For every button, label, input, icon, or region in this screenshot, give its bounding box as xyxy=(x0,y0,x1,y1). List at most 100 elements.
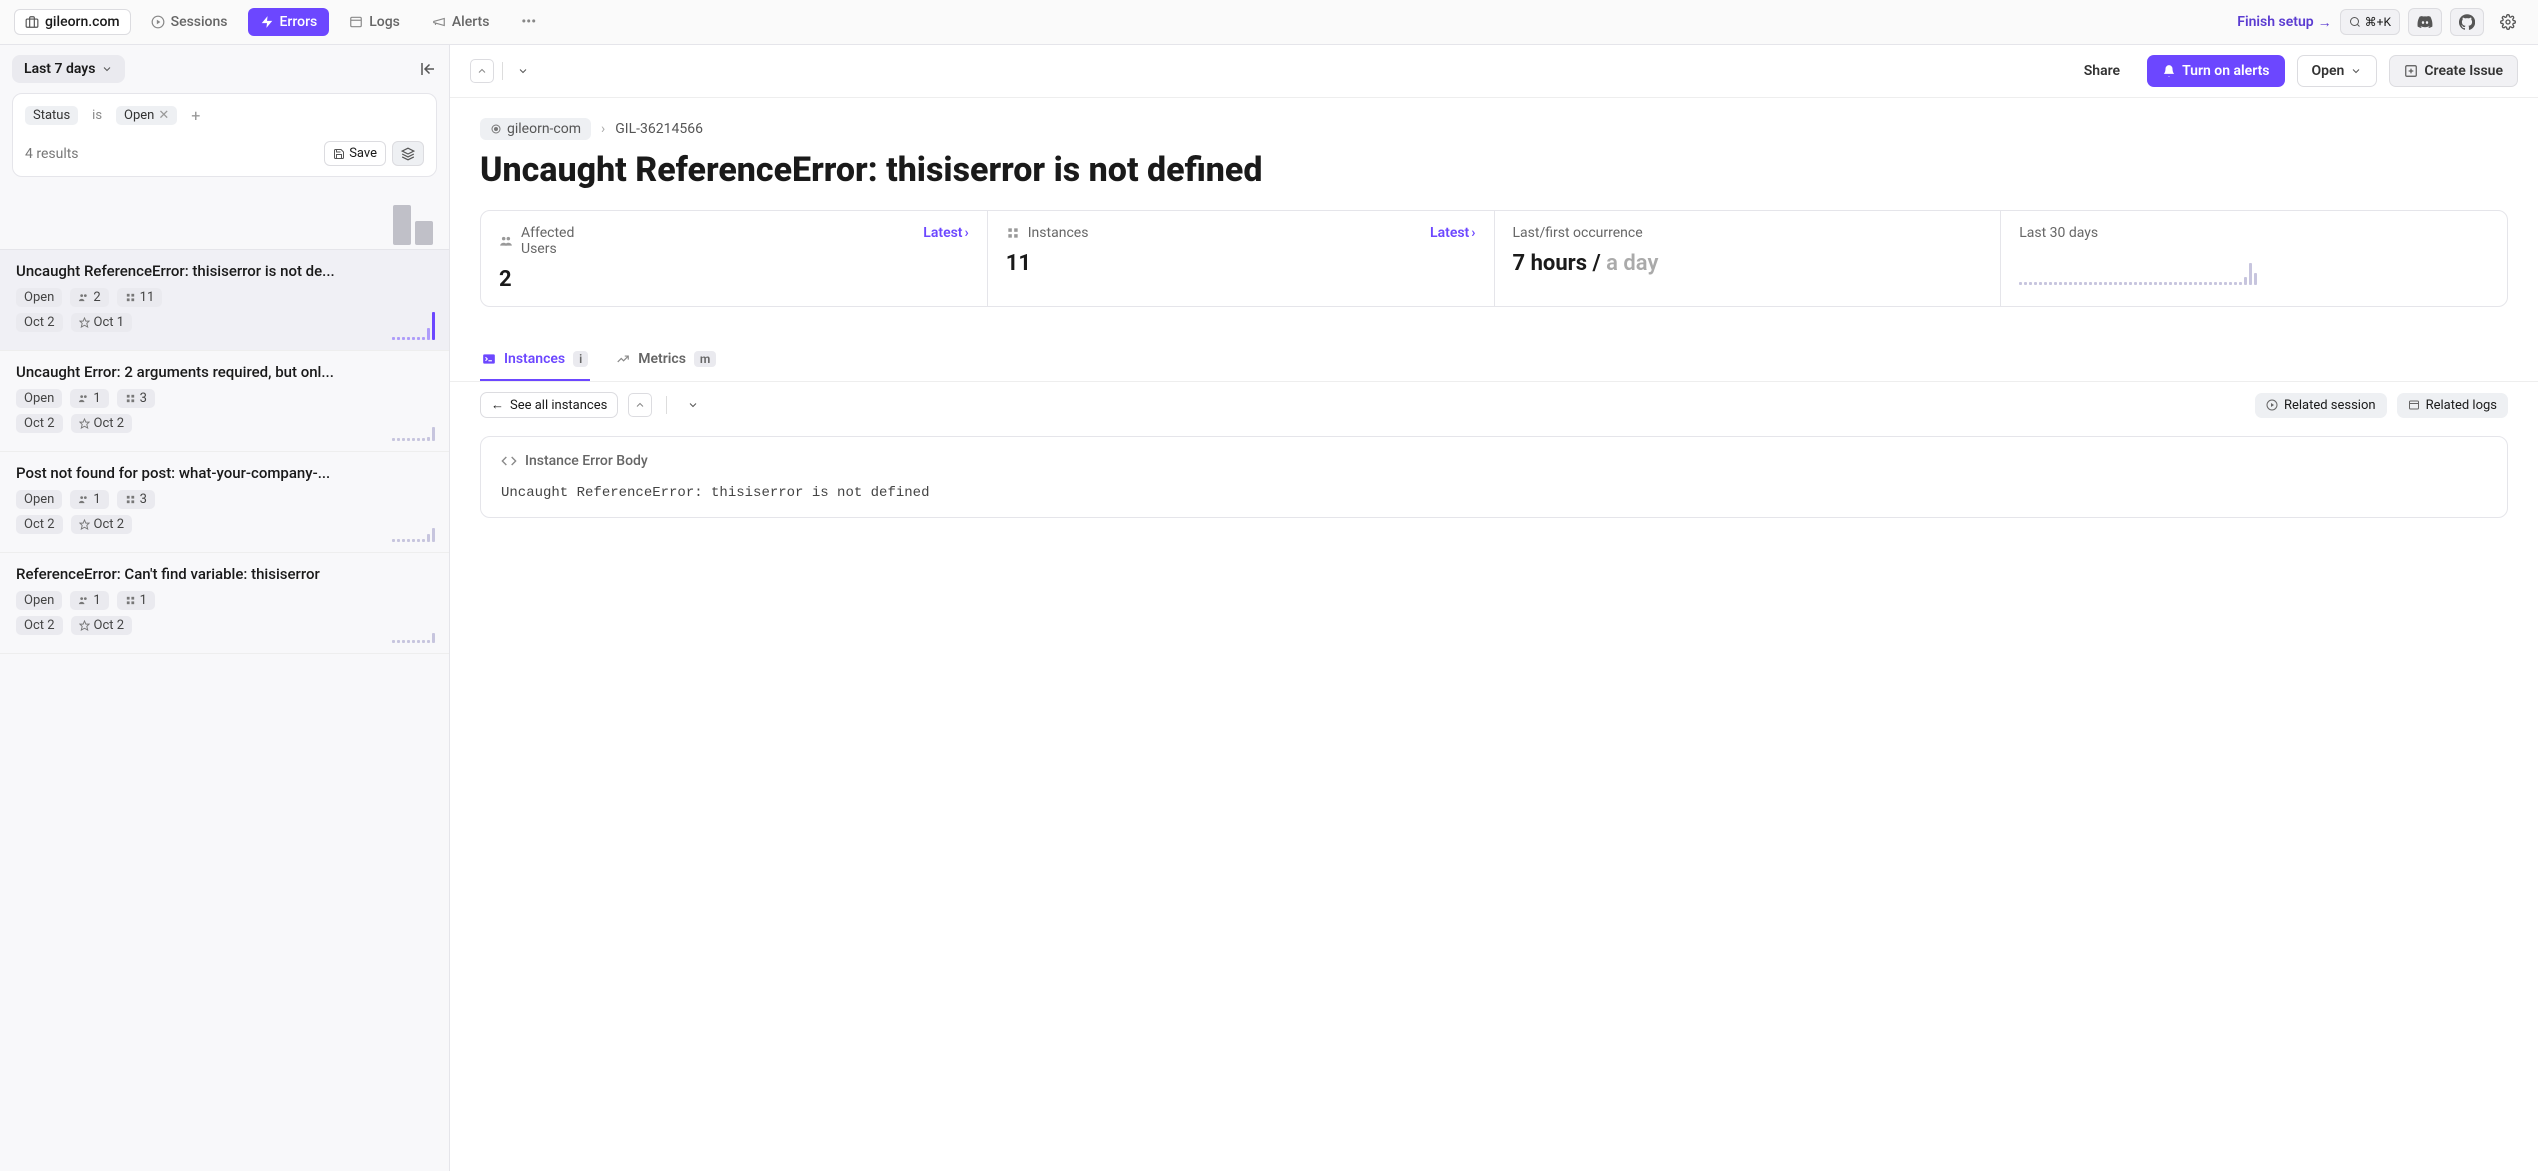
breadcrumb-id: GIL-36214566 xyxy=(615,121,703,137)
prev-error-button[interactable] xyxy=(470,59,494,83)
instances-value: 11 xyxy=(1006,251,1476,276)
latest-users-link[interactable]: Latest › xyxy=(923,225,968,241)
error-sparkline xyxy=(392,512,435,542)
sidebar-overview-chart xyxy=(0,189,449,249)
next-error-button[interactable] xyxy=(511,59,535,83)
bell-icon xyxy=(2162,64,2176,78)
nav-alerts[interactable]: Alerts xyxy=(420,8,502,36)
save-filter-button[interactable]: Save xyxy=(324,141,386,166)
chevron-down-icon xyxy=(2350,65,2362,77)
nav-logs[interactable]: Logs xyxy=(337,8,412,36)
occurrence-value: 7 hours / a day xyxy=(1513,251,1983,276)
project-selector[interactable]: gileorn.com xyxy=(14,9,131,35)
plus-square-icon xyxy=(2404,64,2418,78)
error-body-panel: Instance Error Body Uncaught ReferenceEr… xyxy=(480,436,2508,518)
filter-value[interactable]: Open ✕ xyxy=(116,106,177,125)
next-instance-button[interactable] xyxy=(681,393,705,417)
nav-more[interactable]: ••• xyxy=(509,8,548,36)
chevron-down-icon xyxy=(517,65,529,77)
instance-toolbar: ← See all instances Related session Rela… xyxy=(450,382,2538,428)
error-list-item[interactable]: Post not found for post: what-your-compa… xyxy=(0,452,449,553)
error-list-item[interactable]: Uncaught Error: 2 arguments required, bu… xyxy=(0,351,449,452)
megaphone-icon xyxy=(432,15,446,29)
status-badge: Open xyxy=(16,591,62,610)
code-icon xyxy=(501,453,517,469)
first-date-badge: Oct 1 xyxy=(71,313,133,332)
lightning-icon xyxy=(260,15,274,29)
error-item-title: ReferenceError: Can't find variable: thi… xyxy=(16,565,433,583)
chevron-right-icon: › xyxy=(601,121,605,137)
status-badge: Open xyxy=(16,288,62,307)
logs-icon xyxy=(2408,399,2420,411)
share-button[interactable]: Share xyxy=(2069,55,2135,87)
layers-icon xyxy=(401,147,415,161)
date-badge: Oct 2 xyxy=(16,414,63,433)
error-title: Uncaught ReferenceError: thisiserror is … xyxy=(450,146,2538,210)
error-list: Uncaught ReferenceError: thisiserror is … xyxy=(0,249,449,654)
see-all-instances-button[interactable]: ← See all instances xyxy=(480,392,618,418)
date-badge: Oct 2 xyxy=(16,313,63,332)
related-logs-button[interactable]: Related logs xyxy=(2397,393,2508,418)
stat-instances: Instances Latest › 11 xyxy=(988,211,1495,306)
trending-icon xyxy=(616,352,630,366)
error-list-item[interactable]: ReferenceError: Can't find variable: thi… xyxy=(0,553,449,654)
detail-tabs: Instances i Metrics m xyxy=(450,307,2538,382)
remove-filter-icon[interactable]: ✕ xyxy=(158,108,169,123)
main-panel: Share Turn on alerts Open Create Issue g… xyxy=(450,45,2538,1171)
filter-card: Status is Open ✕ + 4 results Save xyxy=(12,93,437,177)
stat-affected-users: Affected Users Latest › 2 xyxy=(481,211,988,306)
error-sparkline xyxy=(392,310,435,340)
error-list-item[interactable]: Uncaught ReferenceError: thisiserror is … xyxy=(0,250,449,351)
users-badge: 2 xyxy=(70,288,108,307)
date-badge: Oct 2 xyxy=(16,515,63,534)
discord-icon xyxy=(2417,14,2433,30)
search-cmdk[interactable]: ⌘+K xyxy=(2340,9,2400,35)
filter-key[interactable]: Status xyxy=(25,106,78,125)
tab-instances[interactable]: Instances i xyxy=(480,343,590,381)
filter-op: is xyxy=(84,106,110,125)
chevron-right-icon: › xyxy=(1471,225,1475,241)
prev-instance-button[interactable] xyxy=(628,393,652,417)
results-count: 4 results xyxy=(25,146,79,162)
error-body-code: Uncaught ReferenceError: thisiserror is … xyxy=(501,485,2487,501)
error-sparkline xyxy=(392,411,435,441)
users-icon xyxy=(499,234,513,248)
status-dropdown[interactable]: Open xyxy=(2297,55,2378,87)
discord-link[interactable] xyxy=(2408,8,2442,36)
last-30-sparkline xyxy=(2019,251,2489,285)
breadcrumb-project[interactable]: gileorn-com xyxy=(480,118,591,140)
briefcase-icon xyxy=(25,15,39,29)
topbar: gileorn.com Sessions Errors Logs Alerts … xyxy=(0,0,2538,45)
chevron-down-icon xyxy=(101,63,113,75)
breadcrumb: gileorn-com › GIL-36214566 xyxy=(450,98,2538,146)
time-range-dropdown[interactable]: Last 7 days xyxy=(12,55,125,83)
save-icon xyxy=(333,148,345,160)
stat-occurrence: Last/first occurrence 7 hours / a day xyxy=(1495,211,2002,306)
finish-setup-link[interactable]: Finish setup → xyxy=(2237,14,2331,31)
instances-badge: 3 xyxy=(117,490,155,509)
body-label-text: Instance Error Body xyxy=(525,453,648,469)
stats-row: Affected Users Latest › 2 Instances xyxy=(480,210,2508,307)
gear-icon xyxy=(2500,14,2516,30)
add-filter-button[interactable]: + xyxy=(183,104,208,127)
github-link[interactable] xyxy=(2450,8,2484,36)
layers-button[interactable] xyxy=(392,141,424,166)
arrow-right-icon: → xyxy=(2318,14,2332,31)
tab-metrics[interactable]: Metrics m xyxy=(614,343,718,381)
instances-badge: 11 xyxy=(117,288,163,307)
nav-sessions[interactable]: Sessions xyxy=(139,8,240,36)
nav-errors[interactable]: Errors xyxy=(248,8,330,36)
related-session-button[interactable]: Related session xyxy=(2255,393,2387,418)
settings-button[interactable] xyxy=(2492,9,2524,35)
project-name: gileorn.com xyxy=(45,14,120,30)
search-icon xyxy=(2349,16,2361,28)
first-date-badge: Oct 2 xyxy=(71,515,133,534)
collapse-sidebar-button[interactable] xyxy=(419,60,437,78)
latest-instances-link[interactable]: Latest › xyxy=(1430,225,1475,241)
error-item-title: Uncaught Error: 2 arguments required, bu… xyxy=(16,363,433,381)
error-item-title: Post not found for post: what-your-compa… xyxy=(16,464,433,482)
create-issue-button[interactable]: Create Issue xyxy=(2389,55,2518,87)
logs-icon xyxy=(349,15,363,29)
status-badge: Open xyxy=(16,389,62,408)
turn-on-alerts-button[interactable]: Turn on alerts xyxy=(2147,55,2284,87)
